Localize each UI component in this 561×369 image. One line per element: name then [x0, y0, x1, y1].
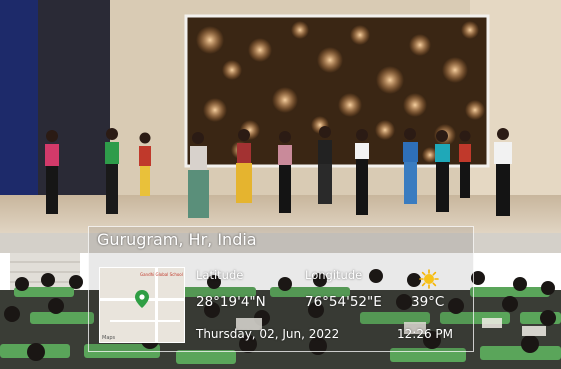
sun-icon [419, 269, 439, 289]
location-name: Gurugram, Hr, India [97, 230, 257, 249]
map-brand: Maps [102, 335, 116, 341]
blue-curtain [0, 0, 38, 215]
latitude-label: Latitude [196, 268, 244, 282]
photo-frame: Gurugram, Hr, India Gandhi Global School… [0, 0, 561, 369]
date-text: Thursday, 02, Jun, 2022 [196, 327, 340, 341]
geo-tag-overlay: Gurugram, Hr, India Gandhi Global School… [88, 226, 474, 352]
latitude-value: 28°19'4"N [196, 294, 266, 310]
time-text: 12:26 PM [397, 327, 453, 341]
led-screen [184, 14, 490, 168]
longitude-label: Longitude [305, 268, 363, 282]
temperature: 39°C [411, 294, 445, 310]
longitude-value: 76°54'52"E [305, 294, 382, 310]
map-pin-icon [135, 290, 149, 308]
map-thumbnail: Gandhi Global School Maps [99, 267, 185, 343]
map-poi-label: Gandhi Global School [140, 272, 183, 277]
